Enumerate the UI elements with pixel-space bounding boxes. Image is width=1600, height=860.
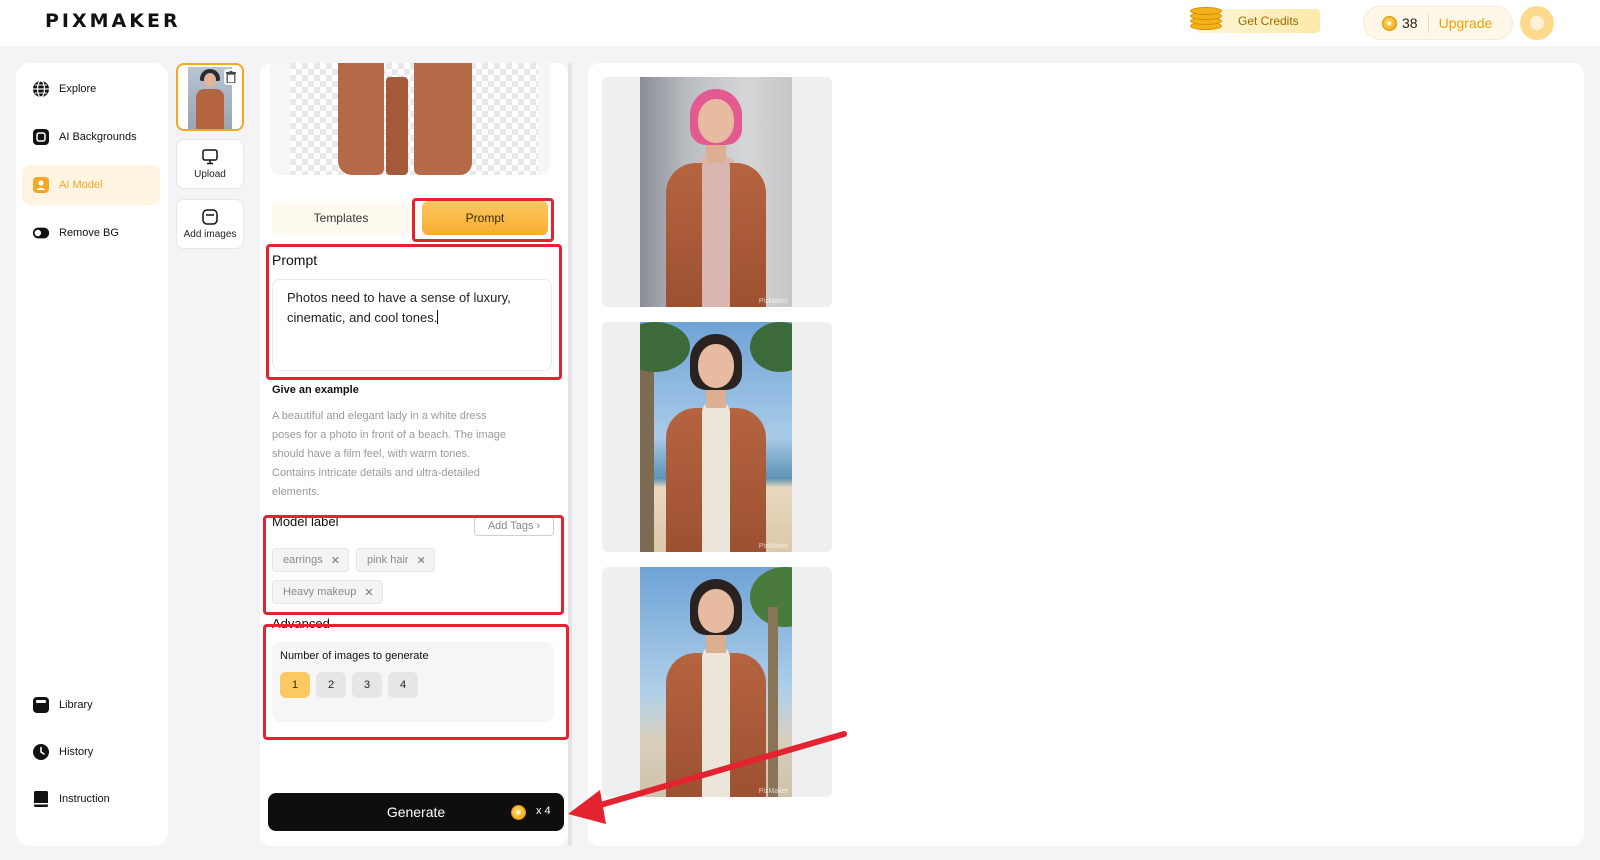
generate-cost: x 4 bbox=[536, 805, 551, 817]
nav-item-ai-backgrounds[interactable]: AI Backgrounds bbox=[22, 117, 160, 157]
watermark: PixMaker bbox=[758, 788, 788, 795]
tag-chip: pink hair ✕ bbox=[356, 548, 435, 572]
globe-icon bbox=[32, 80, 50, 98]
panel-scrollbar[interactable] bbox=[568, 63, 572, 846]
example-title: Give an example bbox=[272, 384, 359, 396]
example-line: Contains intricate details and ultra-det… bbox=[272, 467, 480, 479]
app-logo[interactable]: PIXMAKER bbox=[45, 10, 181, 32]
library-icon bbox=[32, 696, 50, 714]
nav-item-explore[interactable]: Explore bbox=[22, 69, 160, 109]
nav-item-library[interactable]: Library bbox=[22, 685, 160, 725]
generated-photo: PixMaker bbox=[640, 322, 792, 552]
advanced-settings: Number of images to generate 1 2 3 4 bbox=[272, 642, 554, 722]
credits-count: 38 bbox=[1402, 15, 1418, 31]
advanced-title: Advanced bbox=[272, 616, 330, 631]
remove-tag-icon[interactable]: ✕ bbox=[417, 554, 426, 567]
num-images-option-1[interactable]: 1 bbox=[280, 672, 310, 698]
transparent-background bbox=[290, 63, 538, 175]
upload-label: Upload bbox=[194, 168, 226, 180]
example-line: elements. bbox=[272, 486, 320, 498]
credits-pill[interactable]: ★ 38 Upgrade bbox=[1363, 6, 1513, 40]
get-credits-label: Get Credits bbox=[1238, 14, 1299, 28]
tab-templates[interactable]: Templates bbox=[272, 201, 410, 235]
result-image-card[interactable]: PixMaker bbox=[602, 567, 832, 797]
nav-label-remove-bg: Remove BG bbox=[59, 227, 119, 239]
settings-panel: Templates Prompt Prompt Photos need to h… bbox=[260, 63, 568, 846]
num-images-option-4[interactable]: 4 bbox=[388, 672, 418, 698]
tag-chip: Heavy makeup ✕ bbox=[272, 580, 383, 604]
result-image-card[interactable]: PixMaker bbox=[602, 77, 832, 307]
remove-tag-icon[interactable]: ✕ bbox=[331, 554, 340, 567]
prompt-textarea[interactable]: Photos need to have a sense of luxury, c… bbox=[272, 279, 552, 371]
cutout-preview bbox=[270, 63, 550, 175]
tag-chip: earrings ✕ bbox=[272, 548, 349, 572]
nav-label-instruction: Instruction bbox=[59, 793, 110, 805]
example-line: poses for a photo in front of a beach. T… bbox=[272, 429, 507, 441]
generated-photo: PixMaker bbox=[640, 567, 792, 797]
toggle-icon bbox=[32, 224, 50, 242]
result-image-card[interactable]: PixMaker bbox=[602, 322, 832, 552]
num-images-option-2[interactable]: 2 bbox=[316, 672, 346, 698]
upgrade-button[interactable]: Upgrade bbox=[1439, 15, 1493, 31]
add-tags-label: Add Tags bbox=[487, 520, 534, 532]
results-area: PixMaker PixMaker PixMaker bbox=[588, 63, 1584, 846]
generated-photo: PixMaker bbox=[640, 77, 792, 307]
text-cursor bbox=[437, 310, 439, 324]
tag-label: pink hair bbox=[367, 554, 409, 566]
nav-label-library: Library bbox=[59, 699, 93, 711]
nav-item-remove-bg[interactable]: Remove BG bbox=[22, 213, 160, 253]
nav-item-ai-model[interactable]: AI Model bbox=[22, 165, 160, 205]
get-credits-button[interactable]: Get Credits bbox=[1190, 7, 1320, 33]
coin-icon: ★ bbox=[511, 805, 526, 820]
example-line: A beautiful and elegant lady in a white … bbox=[272, 410, 487, 422]
image-frame-icon bbox=[32, 128, 50, 146]
example-line: should have a film feel, with warm tones… bbox=[272, 448, 471, 460]
selected-source-thumbnail[interactable] bbox=[176, 63, 244, 131]
person-icon bbox=[32, 176, 50, 194]
chevron-right-icon: › bbox=[536, 520, 541, 532]
tab-prompt[interactable]: Prompt bbox=[422, 201, 548, 235]
user-avatar[interactable] bbox=[1520, 6, 1554, 40]
prompt-title: Prompt bbox=[272, 252, 318, 268]
monitor-icon bbox=[202, 148, 218, 164]
num-images-option-3[interactable]: 3 bbox=[352, 672, 382, 698]
pill-divider bbox=[1427, 13, 1429, 33]
nav-label-ai-backgrounds: AI Backgrounds bbox=[59, 131, 137, 143]
example-text: A beautiful and elegant lady in a white … bbox=[272, 407, 552, 502]
coin-icon: ★ bbox=[1382, 15, 1397, 31]
prompt-line-2: cinematic, and cool tones. bbox=[287, 310, 438, 325]
image-add-icon bbox=[202, 208, 218, 225]
num-images-label: Number of images to generate bbox=[280, 650, 429, 662]
book-icon bbox=[32, 790, 50, 808]
nav-label-history: History bbox=[59, 746, 94, 758]
add-images-label: Add images bbox=[183, 228, 237, 240]
watermark: PixMaker bbox=[758, 298, 788, 305]
nav-label-explore: Explore bbox=[59, 83, 97, 95]
prompt-line-1: Photos need to have a sense of luxury, bbox=[287, 290, 511, 305]
avatar-person-icon bbox=[1530, 16, 1544, 30]
model-label-title: Model label bbox=[272, 514, 339, 529]
upload-button[interactable]: Upload bbox=[176, 139, 244, 189]
remove-tag-icon[interactable]: ✕ bbox=[364, 586, 373, 599]
nav-label-ai-model: AI Model bbox=[59, 179, 103, 191]
top-header: PIXMAKER Get Credits ★ 38 Upgrade bbox=[0, 0, 1600, 46]
tag-label: earrings bbox=[283, 554, 323, 566]
left-navigation: Explore AI Backgrounds AI Model Remove B… bbox=[16, 63, 168, 846]
clock-icon bbox=[32, 743, 50, 761]
generate-button[interactable]: Generate ★ x 4 bbox=[268, 793, 564, 831]
add-tags-button[interactable]: Add Tags › bbox=[474, 516, 554, 536]
mode-tabs: Templates Prompt bbox=[272, 197, 560, 237]
add-images-button[interactable]: Add images bbox=[176, 199, 244, 249]
nav-item-history[interactable]: History bbox=[22, 732, 160, 772]
delete-icon[interactable] bbox=[224, 69, 238, 85]
tag-label: Heavy makeup bbox=[283, 586, 357, 598]
coin-stack-icon bbox=[1190, 6, 1224, 34]
nav-item-instruction[interactable]: Instruction bbox=[22, 779, 160, 819]
watermark: PixMaker bbox=[758, 543, 788, 550]
